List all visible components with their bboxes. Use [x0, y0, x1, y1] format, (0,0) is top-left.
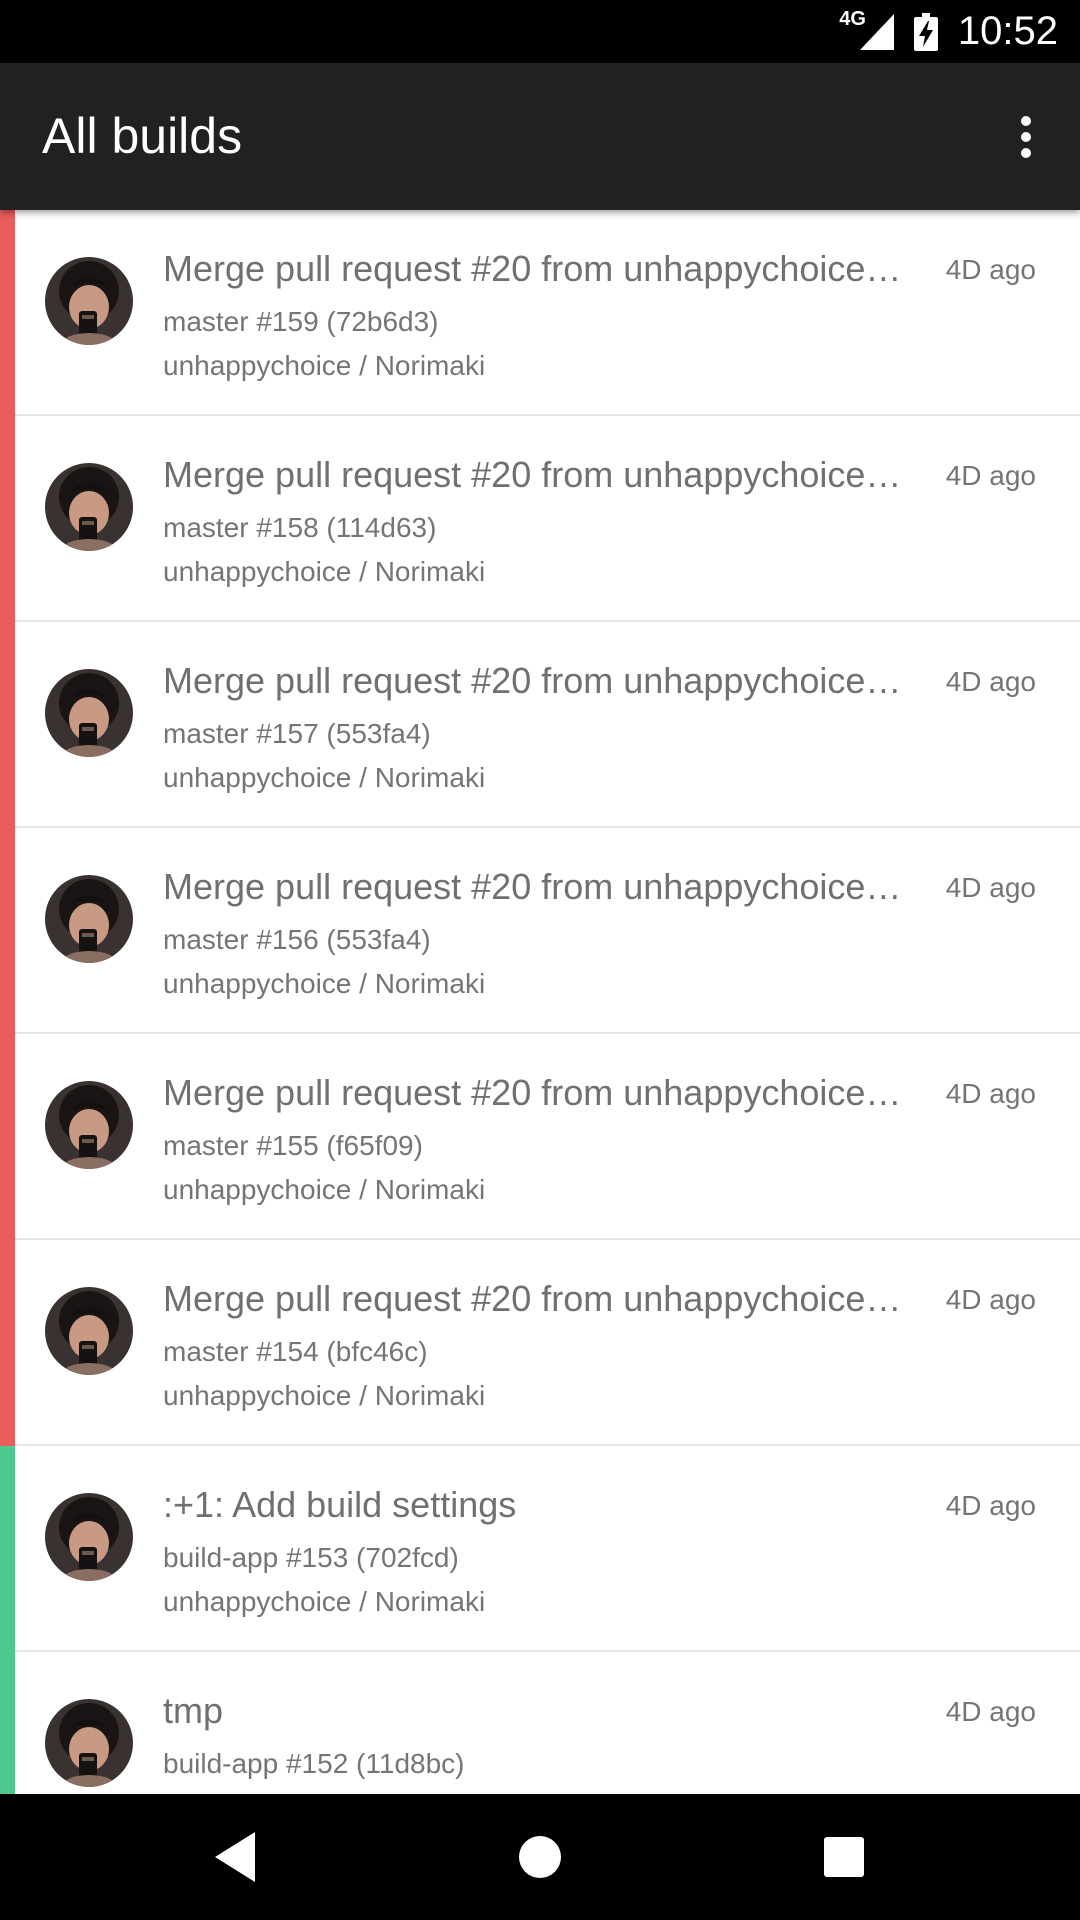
build-status-stripe-failed — [0, 828, 15, 1034]
build-branch-number: master #158 (114d63) — [163, 512, 437, 543]
build-branch-number: master #156 (553fa4) — [163, 924, 431, 955]
build-time: 4D ago — [945, 1490, 1036, 1521]
avatar-image — [45, 1699, 133, 1787]
build-time: 4D ago — [945, 1078, 1036, 1109]
build-commit-message: Merge pull request #20 from unhappychoic… — [163, 248, 902, 289]
build-repository: unhappychoice / Norimaki — [163, 1174, 486, 1205]
avatar-image — [45, 875, 133, 963]
build-status-stripe-failed — [0, 210, 15, 416]
build-commit-message: Merge pull request #20 from unhappychoic… — [163, 660, 902, 701]
build-branch-number: build-app #153 (702fcd) — [163, 1542, 459, 1573]
build-row[interactable]: Merge pull request #20 from unhappychoic… — [0, 1034, 1080, 1240]
build-commit-message: tmp — [163, 1690, 224, 1731]
build-status-stripe-passed — [0, 1652, 15, 1794]
network-type-label: 4G — [839, 8, 866, 30]
build-time: 4D ago — [945, 1284, 1036, 1315]
avatar — [45, 669, 133, 757]
build-commit-message: Merge pull request #20 from unhappychoic… — [163, 454, 902, 495]
home-icon[interactable] — [505, 1822, 575, 1892]
build-branch-number: master #155 (f65f09) — [163, 1130, 423, 1161]
build-status-stripe-failed — [0, 1240, 15, 1446]
build-branch-number: master #159 (72b6d3) — [163, 306, 439, 337]
page-title: All builds — [42, 108, 243, 164]
build-branch-number: master #157 (553fa4) — [163, 718, 431, 749]
avatar — [45, 257, 133, 345]
avatar — [45, 1493, 133, 1581]
avatar-image — [45, 1493, 133, 1581]
build-list[interactable]: Merge pull request #20 from unhappychoic… — [0, 210, 1080, 1794]
build-repository: unhappychoice / Norimaki — [163, 556, 486, 587]
build-row[interactable]: Merge pull request #20 from unhappychoic… — [0, 416, 1080, 622]
avatar-image — [45, 1081, 133, 1169]
avatar — [45, 875, 133, 963]
avatar — [45, 463, 133, 551]
build-repository: unhappychoice / Norimaki — [163, 1586, 486, 1617]
system-nav-bar — [0, 1794, 1080, 1920]
build-row[interactable]: tmp 4D ago build-app #152 (11d8bc) unhap… — [0, 1652, 1080, 1794]
build-branch-number: build-app #152 (11d8bc) — [163, 1748, 465, 1779]
recents-icon[interactable] — [809, 1822, 879, 1892]
build-status-stripe-failed — [0, 622, 15, 828]
build-repository: unhappychoice / Norimaki — [163, 968, 486, 999]
battery-charging-icon — [913, 12, 938, 51]
build-time: 4D ago — [945, 666, 1036, 697]
build-status-stripe-failed — [0, 416, 15, 622]
build-row[interactable]: Merge pull request #20 from unhappychoic… — [0, 1240, 1080, 1446]
avatar-image — [45, 1287, 133, 1375]
build-commit-message: Merge pull request #20 from unhappychoic… — [163, 866, 902, 907]
build-repository: unhappychoice / Norimaki — [163, 1380, 486, 1411]
avatar — [45, 1081, 133, 1169]
build-commit-message: Merge pull request #20 from unhappychoic… — [163, 1278, 902, 1319]
app-bar: All builds — [0, 63, 1080, 210]
avatar-image — [45, 257, 133, 345]
build-commit-message: :+1: Add build settings — [163, 1484, 517, 1525]
build-row[interactable]: Merge pull request #20 from unhappychoic… — [0, 210, 1080, 416]
build-repository: unhappychoice / Norimaki — [163, 762, 486, 793]
build-status-stripe-passed — [0, 1446, 15, 1652]
build-branch-number: master #154 (bfc46c) — [163, 1336, 428, 1367]
build-row[interactable]: :+1: Add build settings 4D ago build-app… — [0, 1446, 1080, 1652]
build-time: 4D ago — [945, 254, 1036, 285]
avatar — [45, 1699, 133, 1787]
clock: 10:52 — [957, 9, 1058, 53]
build-repository: unhappychoice / Norimaki — [163, 350, 486, 381]
status-bar: 4G 10:52 — [0, 0, 1080, 63]
build-time: 4D ago — [945, 872, 1036, 903]
avatar-image — [45, 463, 133, 551]
more-vert-icon[interactable] — [994, 105, 1058, 169]
build-commit-message: Merge pull request #20 from unhappychoic… — [163, 1072, 902, 1113]
status-icons: 4G 10:52 — [839, 0, 1058, 63]
build-row[interactable]: Merge pull request #20 from unhappychoic… — [0, 622, 1080, 828]
avatar-image — [45, 669, 133, 757]
build-time: 4D ago — [945, 460, 1036, 491]
build-time: 4D ago — [945, 1696, 1036, 1727]
avatar — [45, 1287, 133, 1375]
build-row[interactable]: Merge pull request #20 from unhappychoic… — [0, 828, 1080, 1034]
back-icon[interactable] — [201, 1822, 271, 1892]
build-status-stripe-failed — [0, 1034, 15, 1240]
